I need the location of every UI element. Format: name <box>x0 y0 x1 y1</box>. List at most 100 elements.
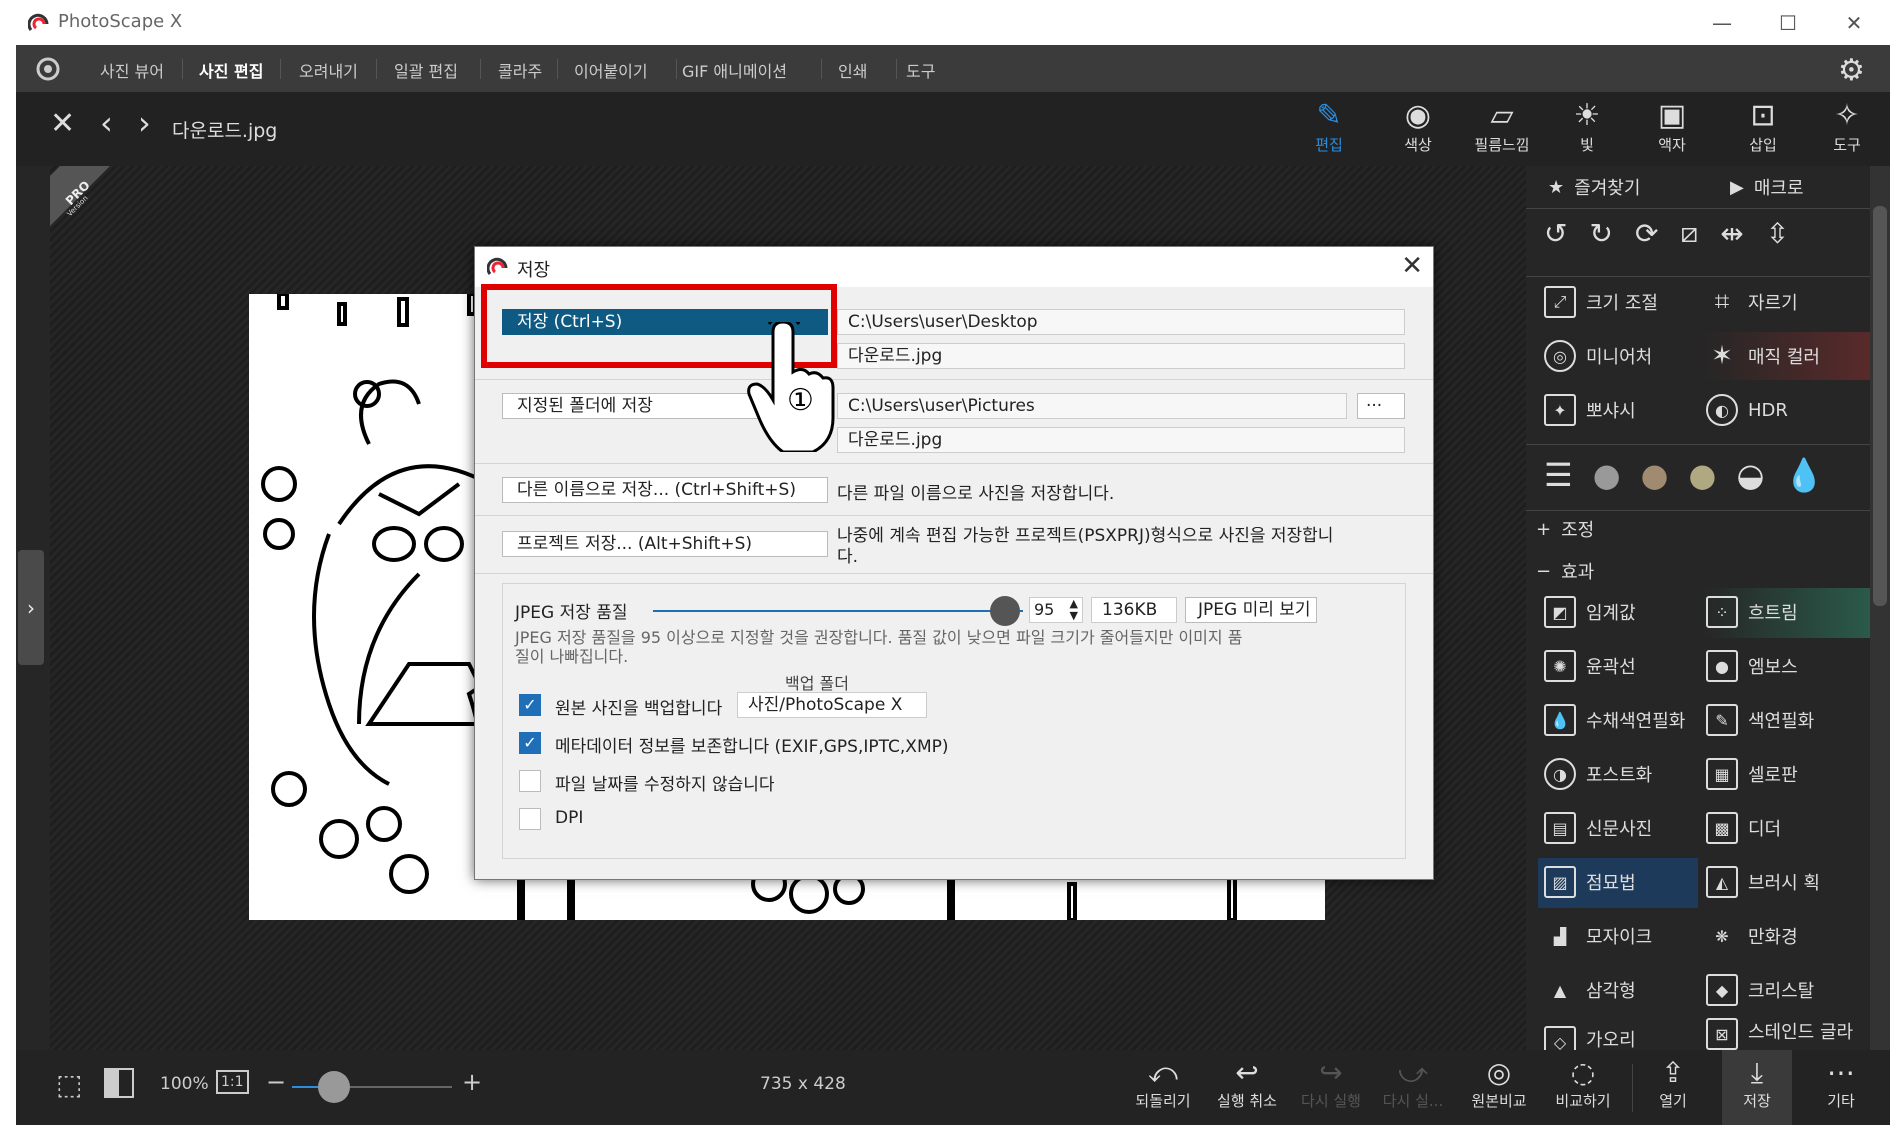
effect-pointillism[interactable]: ▨ 점묘법 <box>1544 866 1636 898</box>
effect-stingray[interactable]: ◇ 가오리 <box>1544 1026 1636 1050</box>
effect-posterize[interactable]: ◑ 포스트화 <box>1544 758 1652 790</box>
split-view-icon[interactable] <box>104 1068 134 1098</box>
effect-emboss[interactable]: ● 엠보스 <box>1706 650 1798 682</box>
menu-print[interactable]: 인쇄 <box>838 58 867 82</box>
redo-all-button[interactable]: ⤻ 다시 실... <box>1378 1056 1448 1111</box>
macro-tab[interactable]: ▶ 매크로 <box>1730 174 1804 200</box>
backup-original-checkbox[interactable]: ✓ <box>519 694 541 716</box>
next-icon[interactable]: › <box>138 104 151 142</box>
open-button[interactable]: ⇪ 열기 <box>1638 1056 1708 1111</box>
effect-brush-stroke[interactable]: ◭ 브러시 획 <box>1706 866 1820 898</box>
tool-light[interactable]: ☀ 빛 <box>1552 98 1622 155</box>
effect-cellophane[interactable]: ▦ 셀로판 <box>1706 758 1798 790</box>
jpeg-preview-button[interactable]: JPEG 미리 보기 <box>1185 597 1317 623</box>
compare-original-button[interactable]: ◎ 원본비교 <box>1464 1056 1534 1111</box>
actual-size-button[interactable]: 1:1 <box>216 1070 249 1094</box>
backup-folder-field[interactable]: 사진/PhotoScape X <box>737 692 927 718</box>
minimize-button[interactable]: — <box>1702 6 1742 40</box>
rotate-free-icon[interactable]: ⟳ <box>1635 217 1658 250</box>
redo-button[interactable]: ↪ 다시 실행 <box>1296 1056 1366 1111</box>
resize-tool[interactable]: ⤢ 크기 조절 <box>1544 286 1658 318</box>
spinner-arrows-icon[interactable]: ▲ ▼ <box>1070 598 1078 622</box>
effect-triangle[interactable]: ▲ 삼각형 <box>1544 974 1636 1006</box>
flip-vertical-icon[interactable]: ⇳ <box>1766 217 1789 250</box>
close-window-button[interactable]: ✕ <box>1834 6 1874 40</box>
straighten-icon[interactable]: ⧄ <box>1680 216 1698 250</box>
effect-threshold[interactable]: ◩ 임계값 <box>1544 596 1636 628</box>
pointillism-icon: ▨ <box>1544 866 1576 898</box>
zoom-slider-track[interactable] <box>292 1071 452 1103</box>
dpi-checkbox[interactable] <box>519 808 541 830</box>
menu-batch-edit[interactable]: 일괄 편집 <box>394 58 458 82</box>
effect-watercolor[interactable]: 💧 수채색연필화 <box>1544 704 1685 736</box>
menu-photo-viewer[interactable]: 사진 뷰어 <box>100 58 164 82</box>
maximize-button[interactable]: ☐ <box>1768 6 1808 40</box>
hdr-tool[interactable]: ◐ HDR <box>1706 394 1788 426</box>
undo-button[interactable]: ↩ 실행 취소 <box>1212 1056 1282 1111</box>
compare-button[interactable]: ◌ 비교하기 <box>1548 1056 1618 1111</box>
tool-tools[interactable]: ✧ 도구 <box>1812 98 1882 155</box>
jpeg-quality-slider[interactable] <box>653 596 1023 626</box>
effect-newspaper[interactable]: ▤ 신문사진 <box>1544 812 1652 844</box>
soften-tool[interactable]: ✦ 뽀샤시 <box>1544 394 1636 426</box>
effect-stained-glass[interactable]: ⊠ 스테인드 글라 <box>1706 1018 1853 1050</box>
save-button[interactable]: ⤓ 저장 <box>1722 1050 1792 1125</box>
magic-color-tool[interactable]: ✶ 매직 컬러 <box>1702 332 1872 380</box>
more-button[interactable]: ⋯ 기타 <box>1806 1056 1876 1111</box>
settings-gear-icon[interactable]: ⚙ <box>1838 53 1865 88</box>
half-circle-icon[interactable]: ◒ <box>1736 456 1764 494</box>
menu-gif[interactable]: GIF 애니메이션 <box>682 58 787 82</box>
zoom-in-button[interactable]: + <box>462 1068 482 1096</box>
menu-cutout[interactable]: 오려내기 <box>299 58 358 82</box>
zoom-out-button[interactable]: − <box>266 1068 286 1096</box>
tool-edit[interactable]: ✎ 편집 <box>1294 98 1364 155</box>
zoom-slider-thumb[interactable] <box>318 1071 350 1103</box>
step-number: ① <box>787 383 814 418</box>
menu-combine[interactable]: 이어붙이기 <box>574 58 648 82</box>
effect-crystal[interactable]: ◆ 크리스탈 <box>1706 974 1814 1006</box>
preset-1-icon[interactable]: ● <box>1593 456 1621 494</box>
miniature-tool[interactable]: ◎ 미니어처 <box>1544 340 1652 372</box>
effect-kaleidoscope[interactable]: ❋ 만화경 <box>1706 920 1797 952</box>
save-project-button[interactable]: 프로젝트 저장... (Alt+Shift+S) <box>502 531 828 557</box>
panel-scrollbar[interactable] <box>1870 166 1890 1050</box>
effects-section[interactable]: − 효과 <box>1536 558 1594 584</box>
drop-icon[interactable]: 💧 <box>1784 456 1824 494</box>
menu-photo-edit[interactable]: 사진 편집 <box>199 58 263 82</box>
tool-icon: ✧ <box>1834 98 1860 133</box>
crop-tool[interactable]: ⌗ 자르기 <box>1706 286 1798 318</box>
tool-insert[interactable]: ⊡ 삽입 <box>1728 98 1798 155</box>
menu-tools[interactable]: 도구 <box>906 58 935 82</box>
browse-folder-button[interactable]: ··· <box>1357 393 1405 419</box>
preserve-metadata-checkbox[interactable]: ✓ <box>519 732 541 754</box>
threshold-icon: ◩ <box>1544 596 1576 628</box>
tool-film[interactable]: ▱ 필름느낌 <box>1467 98 1537 155</box>
expand-panel-button[interactable]: › <box>18 550 44 665</box>
selection-icon[interactable]: ⬚ <box>56 1068 82 1101</box>
effect-colored-pencil[interactable]: ✎ 색연필화 <box>1706 704 1814 736</box>
effect-dither[interactable]: ▩ 디더 <box>1706 812 1781 844</box>
keep-file-date-checkbox[interactable] <box>519 770 541 792</box>
preset-3-icon[interactable]: ● <box>1689 456 1717 494</box>
flip-horizontal-icon[interactable]: ⇹ <box>1720 217 1743 250</box>
effect-scatter[interactable]: ⁘ 흐트림 <box>1706 596 1798 628</box>
dialog-close-button[interactable]: ✕ <box>1401 251 1423 281</box>
preset-2-icon[interactable]: ● <box>1641 456 1669 494</box>
save-as-button[interactable]: 다른 이름으로 저장... (Ctrl+Shift+S) <box>502 477 828 503</box>
jpeg-quality-spinner[interactable]: 95 ▲ ▼ <box>1029 597 1083 623</box>
close-image-icon[interactable]: ✕ <box>50 106 75 141</box>
list-icon[interactable]: ☰ <box>1544 456 1573 494</box>
tool-color[interactable]: ◉ 색상 <box>1383 98 1453 155</box>
menu-collage[interactable]: 콜라주 <box>498 58 542 82</box>
rotate-left-icon[interactable]: ↺ <box>1544 217 1567 250</box>
app-home-icon[interactable] <box>34 55 62 83</box>
effect-mosaic[interactable]: ▟ 모자이크 <box>1544 920 1652 952</box>
favorites-tab[interactable]: ★ 즐겨찾기 <box>1548 174 1640 200</box>
jpeg-quality-slider-thumb[interactable] <box>989 596 1020 626</box>
previous-icon[interactable]: ‹ <box>100 104 113 142</box>
effect-outline[interactable]: ✺ 윤곽선 <box>1544 650 1636 682</box>
adjust-section[interactable]: + 조정 <box>1536 516 1594 542</box>
revert-button[interactable]: ⤺ 되돌리기 <box>1128 1056 1198 1111</box>
tool-frame[interactable]: ▣ 액자 <box>1637 98 1707 155</box>
rotate-right-icon[interactable]: ↻ <box>1589 217 1612 250</box>
